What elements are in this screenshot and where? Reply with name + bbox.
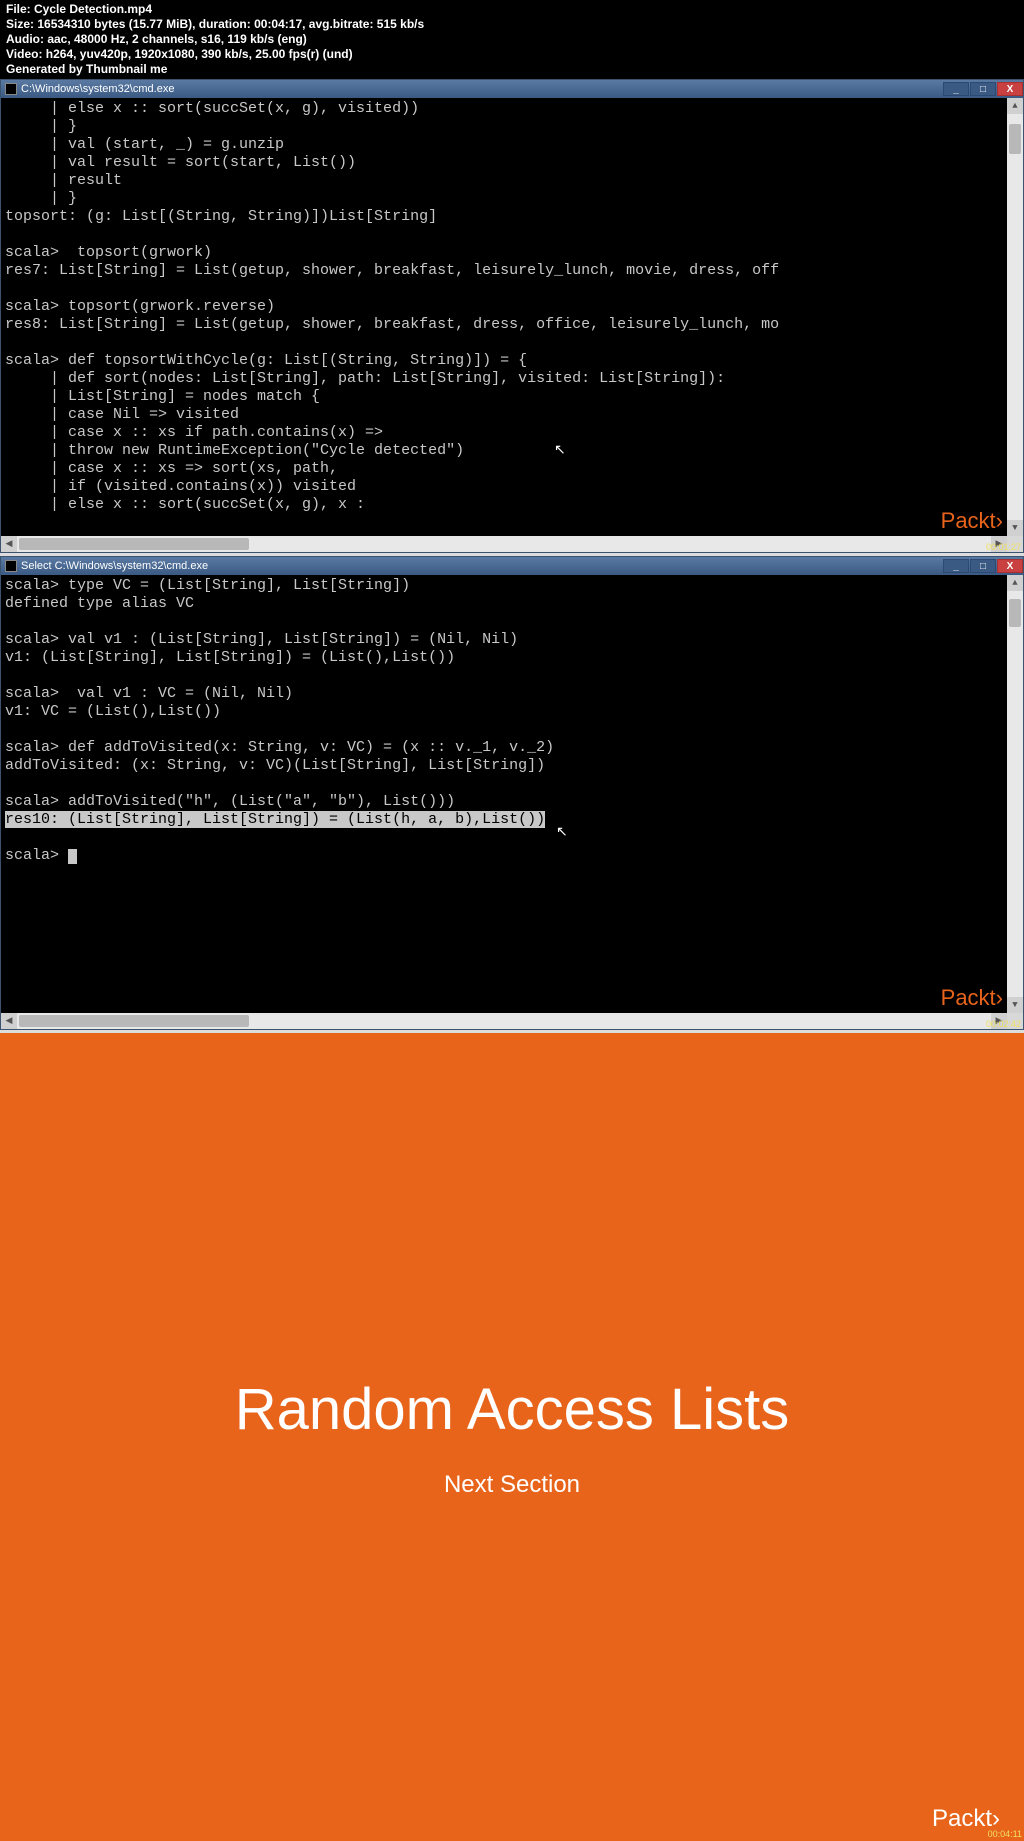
packt-watermark: Packt› [941,985,1003,1011]
terminal-text-1: | else x :: sort(succSet(x, g), visited)… [5,100,779,513]
close-button[interactable]: X [997,82,1023,96]
meta-size: Size: 16534310 bytes (15.77 MiB), durati… [6,17,1018,32]
packt-watermark: Packt› [941,508,1003,534]
slide-title: Random Access Lists [235,1376,789,1443]
text-cursor [68,849,77,864]
scrollbar-thumb[interactable] [19,538,249,550]
scroll-left-icon[interactable]: ◀ [1,536,17,552]
terminal-content-1[interactable]: | else x :: sort(succSet(x, g), visited)… [1,98,1023,536]
meta-file: File: Cycle Detection.mp4 [6,2,1018,17]
scroll-down-icon[interactable]: ▼ [1007,520,1023,536]
cmd-icon [5,560,17,572]
scroll-down-icon[interactable]: ▼ [1007,997,1023,1013]
terminal-text-2b: scala> [5,847,68,864]
meta-generated: Generated by Thumbnail me [6,62,1018,77]
scrollbar-thumb[interactable] [1009,124,1021,154]
maximize-button[interactable]: □ [970,559,996,573]
close-button[interactable]: X [997,559,1023,573]
cmd-icon [5,83,17,95]
titlebar-2[interactable]: Select C:\Windows\system32\cmd.exe _ □ X [1,557,1023,575]
mouse-cursor-icon: ↖ [554,443,566,460]
titlebar-1[interactable]: C:\Windows\system32\cmd.exe _ □ X [1,80,1023,98]
minimize-button[interactable]: _ [943,82,969,96]
presentation-slide: Random Access Lists Next Section Packt› … [0,1033,1024,1841]
selected-text: res10: (List[String], List[String]) = (L… [5,811,545,828]
minimize-button[interactable]: _ [943,559,969,573]
terminal-content-2[interactable]: scala> type VC = (List[String], List[Str… [1,575,1023,1013]
window-title-1: C:\Windows\system32\cmd.exe [21,83,174,95]
slide-subtitle: Next Section [444,1471,580,1499]
scroll-up-icon[interactable]: ▲ [1007,98,1023,114]
frame-timestamp-2: 00:02:42 [986,1019,1021,1029]
scrollbar-thumb[interactable] [1009,599,1021,627]
window-title-2: Select C:\Windows\system32\cmd.exe [21,560,208,572]
terminal-window-2: Select C:\Windows\system32\cmd.exe _ □ X… [0,556,1024,1030]
vertical-scrollbar-1[interactable]: ▲ ▼ [1007,98,1023,536]
scroll-left-icon[interactable]: ◀ [1,1013,17,1029]
terminal-window-1: C:\Windows\system32\cmd.exe _ □ X | else… [0,79,1024,553]
mouse-cursor-icon: ↖ [556,825,568,842]
scrollbar-thumb[interactable] [19,1015,249,1027]
terminal-text-2a: scala> type VC = (List[String], List[Str… [5,577,554,810]
horizontal-scrollbar-1[interactable]: ◀ ▶ [1,536,1023,552]
frame-timestamp-1: 00:01:27 [986,542,1021,552]
scroll-up-icon[interactable]: ▲ [1007,575,1023,591]
meta-audio: Audio: aac, 48000 Hz, 2 channels, s16, 1… [6,32,1018,47]
frame-timestamp-3: 00:04:11 [988,1829,1022,1839]
horizontal-scrollbar-2[interactable]: ◀ ▶ [1,1013,1023,1029]
maximize-button[interactable]: □ [970,82,996,96]
vertical-scrollbar-2[interactable]: ▲ ▼ [1007,575,1023,1013]
thumbnail-metadata: File: Cycle Detection.mp4 Size: 16534310… [0,0,1024,79]
meta-video: Video: h264, yuv420p, 1920x1080, 390 kb/… [6,47,1018,62]
